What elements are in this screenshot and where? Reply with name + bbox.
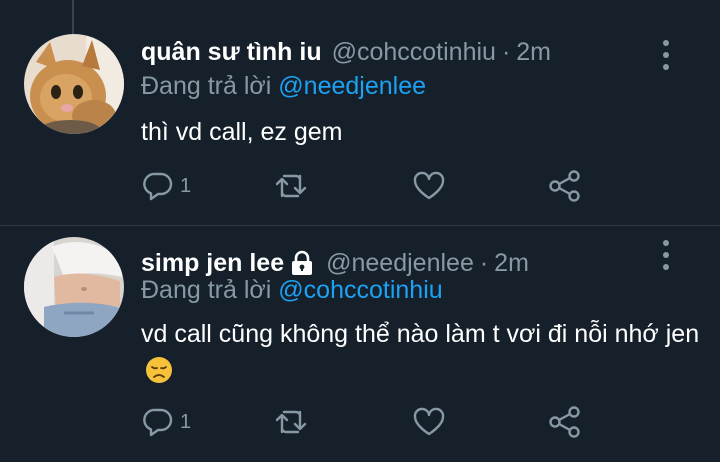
reply-mention-link[interactable]: @needjenlee bbox=[278, 72, 426, 100]
separator-dot: · bbox=[501, 37, 511, 66]
like-icon bbox=[413, 407, 445, 436]
tweet-actions: 1 bbox=[0, 402, 720, 442]
replying-to-label: Đang trả lời bbox=[141, 72, 272, 100]
reply-count: 1 bbox=[180, 410, 192, 433]
username-handle[interactable]: @cohccotinhiu bbox=[332, 38, 496, 67]
like-button[interactable] bbox=[412, 402, 446, 442]
reply-icon bbox=[143, 172, 173, 201]
lock-icon bbox=[290, 250, 314, 276]
avatar[interactable] bbox=[24, 34, 124, 134]
more-options-icon[interactable] bbox=[656, 40, 676, 70]
person-avatar-image bbox=[24, 237, 124, 337]
disappointed-face-emoji bbox=[145, 356, 173, 394]
separator-dot: · bbox=[479, 248, 489, 277]
retweet-icon bbox=[275, 410, 307, 434]
share-icon bbox=[549, 406, 580, 438]
retweet-button[interactable] bbox=[274, 402, 308, 442]
timestamp[interactable]: 2m bbox=[494, 249, 529, 278]
tweet-text: thì vd call, ez gem bbox=[141, 118, 343, 146]
display-name[interactable]: quân sư tình iu bbox=[141, 38, 322, 67]
like-button[interactable] bbox=[412, 166, 446, 206]
avatar[interactable] bbox=[24, 237, 124, 337]
share-icon bbox=[549, 170, 580, 202]
share-button[interactable] bbox=[548, 402, 582, 442]
more-options-icon[interactable] bbox=[656, 240, 676, 270]
tweet[interactable]: quân sư tình iu @cohccotinhiu · 2m Đang … bbox=[0, 0, 720, 225]
replying-to: Đang trả lời @cohccotinhiu bbox=[141, 276, 443, 305]
tweet-actions: 1 bbox=[0, 166, 720, 206]
reply-button[interactable]: 1 bbox=[142, 166, 191, 206]
reply-icon bbox=[143, 408, 173, 437]
display-name[interactable]: simp jen lee bbox=[141, 249, 284, 278]
share-button[interactable] bbox=[548, 166, 582, 206]
cat-avatar-image bbox=[24, 34, 124, 134]
reply-button[interactable]: 1 bbox=[142, 402, 191, 442]
timestamp[interactable]: 2m bbox=[516, 38, 551, 67]
tweet-header: quân sư tình iu @cohccotinhiu · 2m bbox=[141, 32, 551, 72]
tweet[interactable]: simp jen lee @needjenlee · 2m Đang trả l… bbox=[0, 226, 720, 462]
reply-count: 1 bbox=[180, 174, 192, 197]
tweet-text-content: vd call cũng không thể nào làm t vơi đi … bbox=[141, 320, 700, 348]
like-icon bbox=[413, 171, 445, 200]
username-handle[interactable]: @needjenlee bbox=[326, 249, 474, 278]
reply-mention-link[interactable]: @cohccotinhiu bbox=[278, 276, 442, 304]
retweet-icon bbox=[275, 174, 307, 198]
tweet-text: vd call cũng không thể nào làm t vơi đi … bbox=[141, 316, 701, 394]
replying-to: Đang trả lời @needjenlee bbox=[141, 72, 426, 101]
retweet-button[interactable] bbox=[274, 166, 308, 206]
replying-to-label: Đang trả lời bbox=[141, 276, 272, 304]
